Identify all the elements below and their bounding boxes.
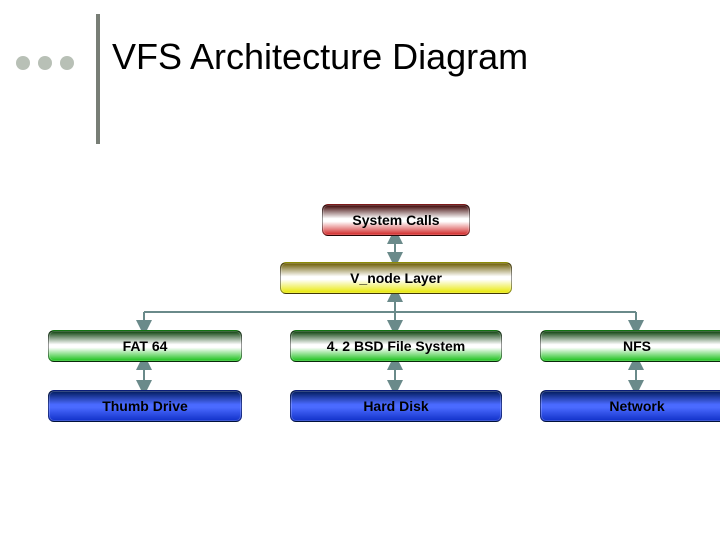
bullet-dot-icon [38, 56, 52, 70]
title-bullets [16, 56, 74, 70]
node-bsd: 4. 2 BSD File System [290, 330, 502, 362]
node-thumb-drive: Thumb Drive [48, 390, 242, 422]
title-divider [96, 14, 100, 144]
diagram-stage: System Calls V_node Layer FAT 64 4. 2 BS… [0, 170, 720, 500]
node-hard-disk: Hard Disk [290, 390, 502, 422]
node-system-calls: System Calls [322, 204, 470, 236]
node-network: Network [540, 390, 720, 422]
node-fat64: FAT 64 [48, 330, 242, 362]
node-nfs: NFS [540, 330, 720, 362]
bullet-dot-icon [60, 56, 74, 70]
bullet-dot-icon [16, 56, 30, 70]
node-vnode-layer: V_node Layer [280, 262, 512, 294]
page-title: VFS Architecture Diagram [112, 36, 528, 78]
